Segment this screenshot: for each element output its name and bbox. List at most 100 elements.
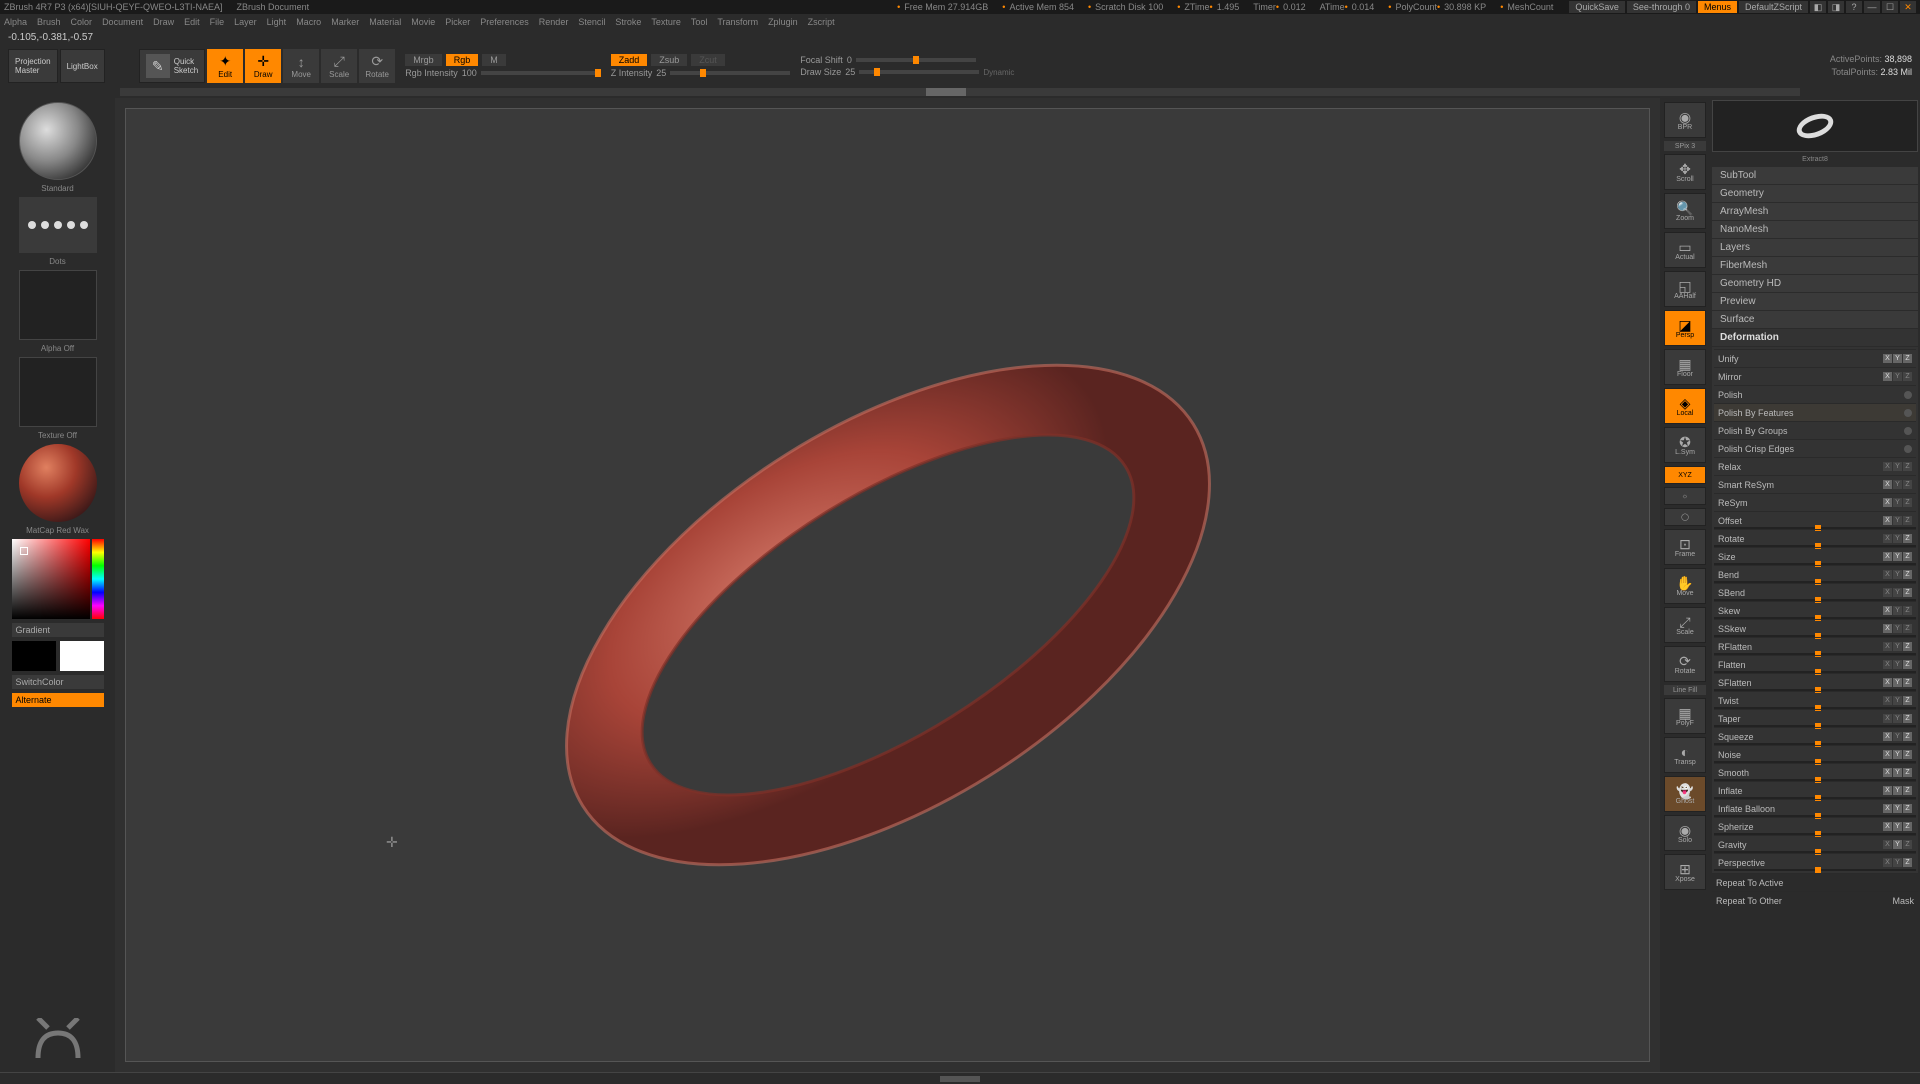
deform-inflate[interactable]: InflateXYZ xyxy=(1714,781,1916,799)
section-nanomesh[interactable]: NanoMesh xyxy=(1712,221,1918,238)
bpr-button[interactable]: ◉BPR xyxy=(1664,102,1706,138)
move-mode-button[interactable]: ↕Move xyxy=(283,49,319,83)
section-geometry[interactable]: Geometry xyxy=(1712,185,1918,202)
quicksave-button[interactable]: QuickSave xyxy=(1569,1,1625,13)
swatch-white[interactable] xyxy=(60,641,104,671)
aahalf-button[interactable]: ◱AAHalf xyxy=(1664,271,1706,307)
stroke-preview[interactable] xyxy=(19,197,97,253)
deform-offset[interactable]: OffsetXYZ xyxy=(1714,511,1916,529)
section-fibermesh[interactable]: FiberMesh xyxy=(1712,257,1918,274)
focal-shift-slider[interactable] xyxy=(856,58,976,62)
deform-sskew[interactable]: SSkewXYZ xyxy=(1714,619,1916,637)
zsub-button[interactable]: Zsub xyxy=(651,54,687,66)
close-icon[interactable]: ✕ xyxy=(1900,1,1916,13)
deformation-header[interactable]: Deformation xyxy=(1712,329,1918,346)
seethrough-slider[interactable]: See-through 0 xyxy=(1627,1,1696,13)
menu-macro[interactable]: Macro xyxy=(296,17,321,27)
menu-movie[interactable]: Movie xyxy=(411,17,435,27)
scale-nav-button[interactable]: ⤢Scale xyxy=(1664,607,1706,643)
local-button[interactable]: ◈Local xyxy=(1664,388,1706,424)
deform-smooth[interactable]: SmoothXYZ xyxy=(1714,763,1916,781)
alternate-button[interactable]: Alternate xyxy=(12,693,104,707)
menu-texture[interactable]: Texture xyxy=(651,17,681,27)
zoom-button[interactable]: 🔍Zoom xyxy=(1664,193,1706,229)
rgb-button[interactable]: Rgb xyxy=(446,54,479,66)
dynamic-toggle[interactable]: Dynamic xyxy=(983,68,1014,77)
menu-draw[interactable]: Draw xyxy=(153,17,174,27)
swatch-black[interactable] xyxy=(12,641,56,671)
deform-polish[interactable]: Polish xyxy=(1714,385,1916,403)
menu-tool[interactable]: Tool xyxy=(691,17,708,27)
deform-size[interactable]: SizeXYZ xyxy=(1714,547,1916,565)
menu-material[interactable]: Material xyxy=(369,17,401,27)
deform-rflatten[interactable]: RFlattenXYZ xyxy=(1714,637,1916,655)
deform-taper[interactable]: TaperXYZ xyxy=(1714,709,1916,727)
deform-mirror[interactable]: MirrorXYZ xyxy=(1714,367,1916,385)
ghost-button[interactable]: 👻Ghost xyxy=(1664,776,1706,812)
linefill-button[interactable]: Line Fill xyxy=(1664,685,1706,695)
menu-stencil[interactable]: Stencil xyxy=(578,17,605,27)
deform-gravity[interactable]: GravityXYZ xyxy=(1714,835,1916,853)
m-button[interactable]: M xyxy=(482,54,506,66)
lsym-button[interactable]: ✪L.Sym xyxy=(1664,427,1706,463)
scale-mode-button[interactable]: ⤢Scale xyxy=(321,49,357,83)
rotate-nav-button[interactable]: ⟳Rotate xyxy=(1664,646,1706,682)
deform-unify[interactable]: UnifyXYZ xyxy=(1714,349,1916,367)
deform-perspective[interactable]: PerspectiveXYZ xyxy=(1714,853,1916,871)
section-subtool[interactable]: SubTool xyxy=(1712,167,1918,184)
menu-marker[interactable]: Marker xyxy=(331,17,359,27)
zcut-button[interactable]: Zcut xyxy=(691,54,725,66)
floor-button[interactable]: ▦Floor xyxy=(1664,349,1706,385)
projection-master-button[interactable]: Projection Master xyxy=(8,49,58,83)
layout-icon[interactable]: ◧ xyxy=(1810,1,1826,13)
section-surface[interactable]: Surface xyxy=(1712,311,1918,328)
menu-zplugin[interactable]: Zplugin xyxy=(768,17,798,27)
menu-picker[interactable]: Picker xyxy=(445,17,470,27)
menu-edit[interactable]: Edit xyxy=(184,17,200,27)
section-layers[interactable]: Layers xyxy=(1712,239,1918,256)
gradient-button[interactable]: Gradient xyxy=(12,623,104,637)
deform-sflatten[interactable]: SFlattenXYZ xyxy=(1714,673,1916,691)
deform-skew[interactable]: SkewXYZ xyxy=(1714,601,1916,619)
repeat-to-active[interactable]: Repeat To Active xyxy=(1712,873,1918,891)
frame-button[interactable]: ⊡Frame xyxy=(1664,529,1706,565)
tool-preview[interactable] xyxy=(1712,100,1918,152)
menu-preferences[interactable]: Preferences xyxy=(480,17,529,27)
persp-button[interactable]: ◪Persp xyxy=(1664,310,1706,346)
defaultscript-button[interactable]: DefaultZScript xyxy=(1739,1,1808,13)
menu-color[interactable]: Color xyxy=(71,17,93,27)
menu-file[interactable]: File xyxy=(210,17,225,27)
move-nav-button[interactable]: ✋Move xyxy=(1664,568,1706,604)
rgb-intensity-slider[interactable] xyxy=(481,71,601,75)
menu-alpha[interactable]: Alpha xyxy=(4,17,27,27)
spix-slider[interactable]: SPix 3 xyxy=(1664,141,1706,151)
solo-button[interactable]: ◉Solo xyxy=(1664,815,1706,851)
xpose-button[interactable]: ⊞Xpose xyxy=(1664,854,1706,890)
deform-noise[interactable]: NoiseXYZ xyxy=(1714,745,1916,763)
polyf-button[interactable]: ▦PolyF xyxy=(1664,698,1706,734)
shelf-scrollbar[interactable] xyxy=(120,88,1800,96)
mrgb-button[interactable]: Mrgb xyxy=(405,54,442,66)
menu-layer[interactable]: Layer xyxy=(234,17,257,27)
menu-brush[interactable]: Brush xyxy=(37,17,61,27)
deform-polish-by-features[interactable]: Polish By Features xyxy=(1714,403,1916,421)
deform-rotate[interactable]: RotateXYZ xyxy=(1714,529,1916,547)
lightbox-button[interactable]: LightBox xyxy=(60,49,105,83)
viewport-canvas[interactable]: ✛ xyxy=(125,108,1650,1062)
maximize-icon[interactable]: ☐ xyxy=(1882,1,1898,13)
z-rot-icon[interactable]: ◯ xyxy=(1664,508,1706,526)
deform-polish-crisp-edges[interactable]: Polish Crisp Edges xyxy=(1714,439,1916,457)
section-geometry-hd[interactable]: Geometry HD xyxy=(1712,275,1918,292)
deform-spherize[interactable]: SpherizeXYZ xyxy=(1714,817,1916,835)
layout2-icon[interactable]: ◨ xyxy=(1828,1,1844,13)
deform-relax[interactable]: RelaxXYZ xyxy=(1714,457,1916,475)
menus-button[interactable]: Menus xyxy=(1698,1,1737,13)
help-icon[interactable]: ? xyxy=(1846,1,1862,13)
actual-button[interactable]: ▭Actual xyxy=(1664,232,1706,268)
y-rot-icon[interactable]: ☼ xyxy=(1664,487,1706,505)
texture-preview[interactable] xyxy=(19,357,97,427)
menu-transform[interactable]: Transform xyxy=(717,17,758,27)
minimize-icon[interactable]: — xyxy=(1864,1,1880,13)
menu-zscript[interactable]: Zscript xyxy=(808,17,835,27)
deform-polish-by-groups[interactable]: Polish By Groups xyxy=(1714,421,1916,439)
